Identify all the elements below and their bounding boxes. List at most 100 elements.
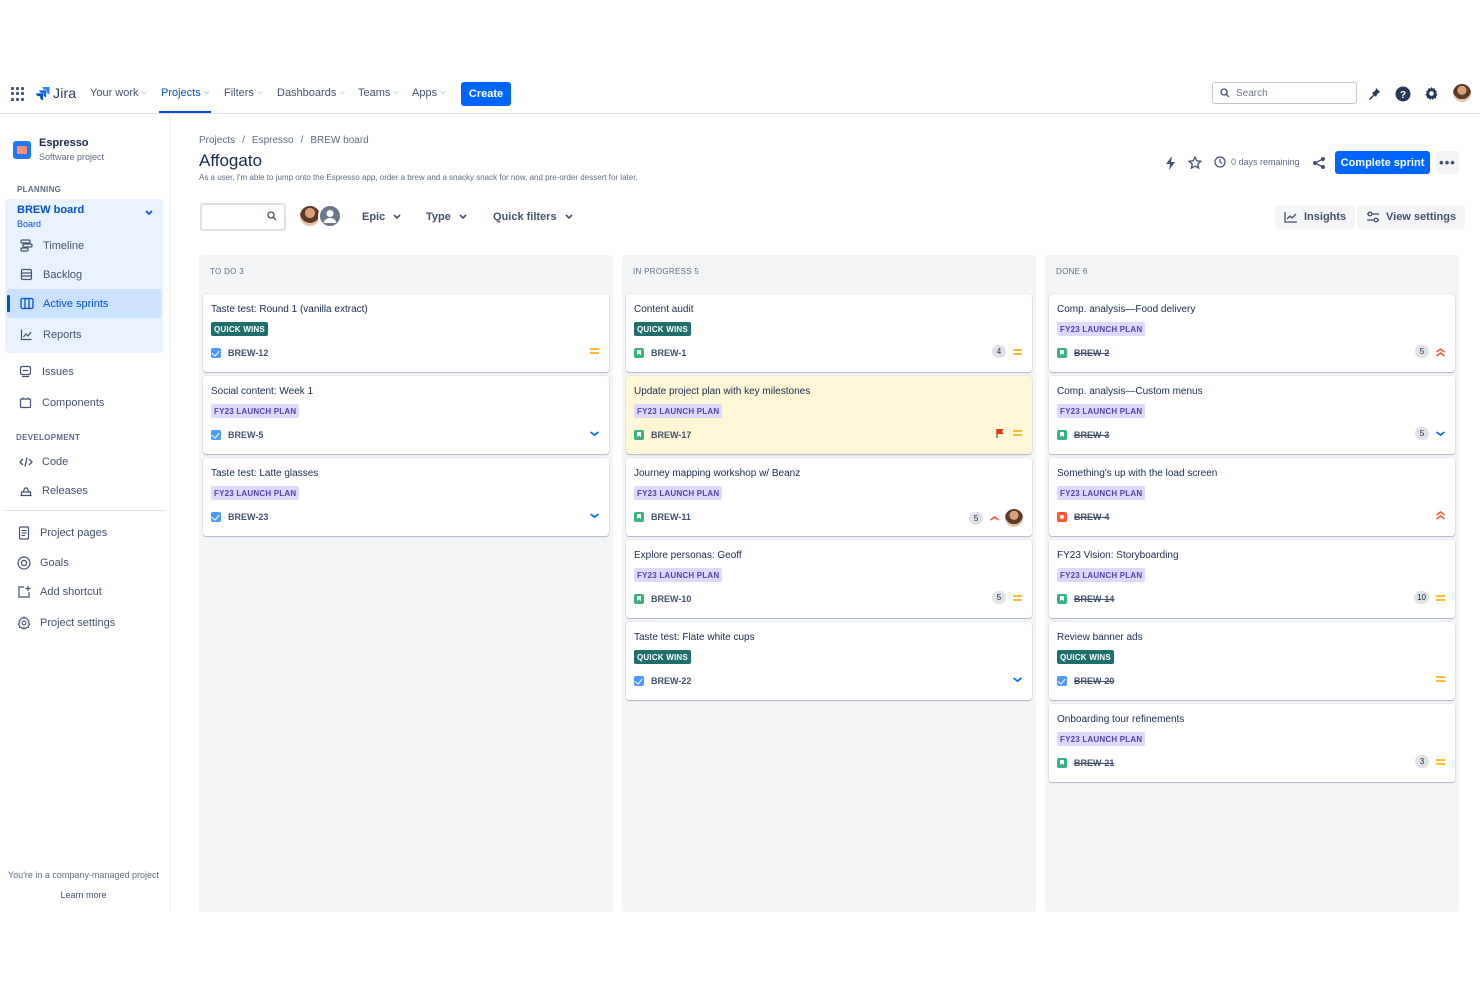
- issue-meta: [1434, 509, 1446, 521]
- issue-card[interactable]: Comp. analysis—Custom menus FY23 LAUNCH P…: [1049, 376, 1455, 454]
- issue-card[interactable]: Content audit QUICK WINS BREW-1 4: [626, 294, 1032, 372]
- share-icon[interactable]: [1310, 154, 1327, 171]
- issue-key[interactable]: BREW-20: [1074, 676, 1114, 686]
- chevron-down-icon: ⌵: [440, 89, 446, 96]
- bug-type-icon: [1057, 512, 1067, 522]
- settings-gear-icon[interactable]: [1423, 85, 1440, 102]
- board-search-input[interactable]: [200, 203, 286, 231]
- issue-card[interactable]: Taste test: Latte glasses FY23 LAUNCH PLA…: [203, 458, 609, 536]
- issue-key[interactable]: BREW-4: [1074, 512, 1109, 522]
- issue-key[interactable]: BREW-2: [1074, 348, 1109, 358]
- automation-lightning-icon[interactable]: [1162, 154, 1179, 171]
- nav-teams[interactable]: Teams ⌵: [358, 87, 399, 99]
- issue-key[interactable]: BREW-1: [651, 348, 686, 358]
- issue-card[interactable]: Update project plan with key milestones F…: [626, 376, 1032, 454]
- issue-key[interactable]: BREW-5: [228, 430, 263, 440]
- issue-key[interactable]: BREW-3: [1074, 430, 1109, 440]
- create-button[interactable]: Create: [461, 82, 511, 106]
- sidebar-item-label: Reports: [43, 328, 82, 341]
- search-icon: [1220, 88, 1230, 98]
- project-header[interactable]: Espresso Software project: [13, 137, 104, 162]
- issue-key[interactable]: BREW-23: [228, 512, 268, 522]
- issue-key[interactable]: BREW-17: [651, 430, 691, 440]
- issue-card[interactable]: Taste test: Round 1 (vanilla extract) QUI…: [203, 294, 609, 372]
- sidebar-item-releases[interactable]: Releases: [18, 483, 88, 498]
- breadcrumb-board[interactable]: BREW board: [310, 135, 368, 146]
- issue-summary: Explore personas: Geoff: [634, 550, 742, 561]
- issue-card[interactable]: Taste test: Flate white cups QUICK WINS BR…: [626, 622, 1032, 700]
- sidebar-item-timeline[interactable]: Timeline: [19, 238, 84, 253]
- project-sidebar: Espresso Software project PLANNING BREW …: [0, 115, 171, 912]
- epic-label: FY23 LAUNCH PLAN: [211, 486, 300, 500]
- issue-card[interactable]: Explore personas: Geoff FY23 LAUNCH PLAN B…: [626, 540, 1032, 618]
- global-search-input[interactable]: Search: [1212, 82, 1357, 104]
- issue-key[interactable]: BREW-12: [228, 348, 268, 358]
- nav-apps[interactable]: Apps ⌵: [412, 87, 445, 99]
- nav-filters[interactable]: Filters ⌵: [224, 87, 262, 99]
- issue-card[interactable]: Comp. analysis—Food delivery FY23 LAUNCH …: [1049, 294, 1455, 372]
- issue-meta: [1011, 673, 1023, 685]
- issue-card[interactable]: Something's up with the load screen FY23 …: [1049, 458, 1455, 536]
- unassigned-avatar-icon[interactable]: [318, 204, 342, 228]
- complete-sprint-button[interactable]: Complete sprint: [1335, 151, 1430, 174]
- issue-card[interactable]: Onboarding tour refinements FY23 LAUNCH P…: [1049, 704, 1455, 782]
- user-avatar[interactable]: [1453, 84, 1471, 102]
- sidebar-item-reports[interactable]: Reports: [19, 327, 82, 342]
- sidebar-item-label: Active sprints: [43, 297, 109, 310]
- board-title[interactable]: BREW board: [17, 204, 84, 216]
- insights-button[interactable]: Insights: [1275, 205, 1356, 229]
- issue-card[interactable]: Journey mapping workshop w/ Beanz FY23 LA…: [626, 458, 1032, 536]
- story-points-badge: 5: [1415, 345, 1429, 358]
- view-settings-label: View settings: [1386, 211, 1457, 223]
- sidebar-item-add-shortcut[interactable]: Add shortcut: [16, 584, 102, 599]
- breadcrumb-projects[interactable]: Projects: [199, 135, 235, 146]
- sidebar-item-backlog[interactable]: Backlog: [19, 267, 82, 282]
- type-filter[interactable]: Type: [426, 211, 467, 223]
- priority-highest-icon: [1434, 346, 1446, 358]
- notifications-icon[interactable]: [1365, 85, 1382, 102]
- board-icon: [19, 296, 34, 311]
- epic-label: FY23 LAUNCH PLAN: [1057, 322, 1146, 336]
- nav-dashboards[interactable]: Dashboards ⌵: [277, 87, 345, 99]
- breadcrumb-espresso[interactable]: Espresso: [252, 135, 294, 146]
- sidebar-item-issues[interactable]: Issues: [18, 364, 74, 379]
- issue-card[interactable]: Social content: Week 1 FY23 LAUNCH PLAN BR…: [203, 376, 609, 454]
- sidebar-item-project-settings[interactable]: Project settings: [16, 615, 115, 630]
- nav-label: Apps: [412, 87, 438, 99]
- chevron-down-icon[interactable]: [145, 209, 153, 218]
- board-column-todo: TO DO 3 Taste test: Round 1 (vanilla ext…: [199, 255, 613, 912]
- quick-filters[interactable]: Quick filters: [493, 211, 573, 223]
- issue-key[interactable]: BREW-14: [1074, 594, 1114, 604]
- nav-your-work[interactable]: Your work ⌵: [90, 87, 147, 99]
- learn-more-link[interactable]: Learn more: [0, 890, 167, 900]
- jira-logo[interactable]: Jira: [36, 85, 76, 101]
- star-icon[interactable]: [1186, 154, 1203, 171]
- view-settings-button[interactable]: View settings: [1357, 205, 1466, 229]
- assignee-avatar[interactable]: [1005, 509, 1023, 527]
- project-type: Software project: [39, 152, 105, 162]
- epic-label: FY23 LAUNCH PLAN: [634, 404, 723, 418]
- sidebar-item-active-sprints[interactable]: Active sprints: [19, 296, 108, 311]
- app-switcher-icon[interactable]: [11, 87, 25, 101]
- sidebar-item-code[interactable]: Code: [18, 454, 68, 469]
- epic-filter[interactable]: Epic: [362, 211, 401, 223]
- issue-key[interactable]: BREW-22: [651, 676, 691, 686]
- more-actions-button[interactable]: •••: [1436, 151, 1459, 174]
- sidebar-item-project-pages[interactable]: Project pages: [16, 525, 107, 540]
- components-icon: [18, 395, 33, 410]
- issue-summary: Social content: Week 1: [211, 386, 314, 397]
- help-icon[interactable]: ?: [1394, 85, 1411, 102]
- sprint-goal: As a user, I'm able to jump onto the Esp…: [199, 173, 638, 182]
- column-header: DONE 6: [1056, 267, 1088, 276]
- issue-key[interactable]: BREW-21: [1074, 758, 1114, 768]
- sidebar-item-goals[interactable]: Goals: [16, 555, 69, 570]
- issue-key[interactable]: BREW-10: [651, 594, 691, 604]
- issue-key[interactable]: BREW-11: [651, 512, 691, 522]
- issue-card[interactable]: FY23 Vision: Storyboarding FY23 LAUNCH PL…: [1049, 540, 1455, 618]
- assignee-filter[interactable]: [298, 204, 346, 230]
- issue-card[interactable]: Review banner ads QUICK WINS BREW-20: [1049, 622, 1455, 700]
- sidebar-item-components[interactable]: Components: [18, 395, 104, 410]
- backlog-icon: [19, 267, 34, 282]
- search-icon: [267, 211, 277, 221]
- nav-projects[interactable]: Projects ⌵: [161, 87, 209, 99]
